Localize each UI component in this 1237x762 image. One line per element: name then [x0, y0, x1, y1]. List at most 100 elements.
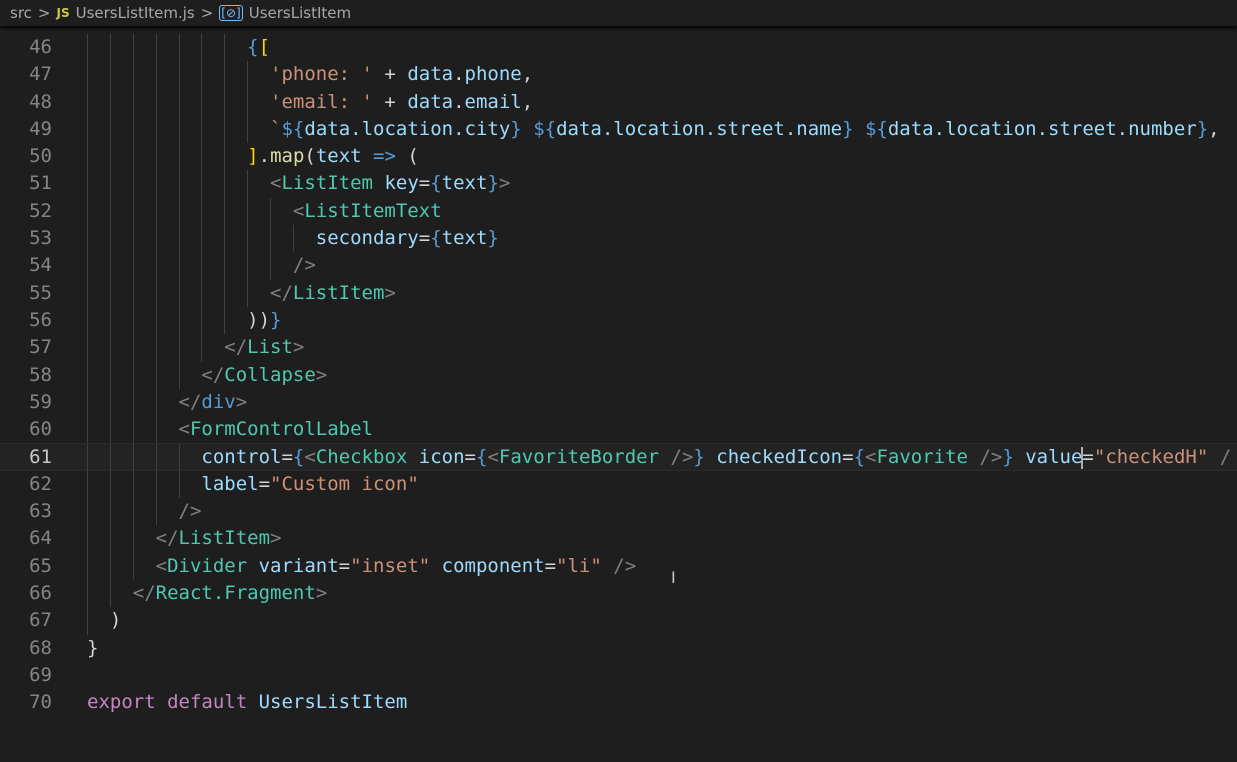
indent-guide: [132, 252, 134, 280]
code-token: <: [155, 554, 168, 577]
code-token: ,: [521, 63, 534, 86]
indent-guide: [87, 279, 88, 307]
code-line[interactable]: 51 <ListItem key={text}>: [0, 170, 1237, 198]
indent-guide: [224, 88, 226, 116]
code-line[interactable]: 49 `${data.location.city} ${data.location…: [0, 115, 1237, 144]
code-token: phone: [464, 63, 522, 86]
code-text: </ListItem>: [270, 280, 396, 307]
code-line[interactable]: 60 <FormControlLabel: [0, 416, 1237, 444]
code-text: <ListItemText: [293, 198, 442, 225]
line-number: 65: [29, 554, 52, 577]
indent-guide: [132, 470, 134, 499]
code-text: </ListItem>: [156, 525, 282, 552]
indent-guide: [87, 170, 88, 198]
code-line[interactable]: 52 <ListItemText: [0, 197, 1237, 226]
indent-guide: [132, 34, 134, 62]
symbol-variable-icon: [⊘]: [219, 5, 243, 21]
indent-guide: [155, 334, 157, 362]
chevron-right-icon: >: [37, 4, 51, 22]
indent-guide: [87, 498, 88, 526]
code-token: =: [544, 554, 557, 577]
code-line[interactable]: 56))}: [0, 306, 1237, 335]
code-line[interactable]: 50].map(text => (: [0, 143, 1237, 171]
code-line[interactable]: 47 'phone: ' + data.phone,: [0, 61, 1237, 89]
indent-guide: [87, 88, 88, 116]
line-number: 54: [29, 254, 52, 277]
indent-guide: [201, 225, 203, 253]
code-line[interactable]: 62 label="Custom icon": [0, 470, 1237, 499]
breadcrumb-folder[interactable]: src: [10, 4, 32, 22]
code-token: FavoriteBorder: [498, 446, 660, 469]
code-line[interactable]: 61 control={<Checkbox icon={<FavoriteBord…: [0, 443, 1237, 471]
breadcrumb-file[interactable]: UsersListItem.js: [76, 4, 195, 22]
code-token: key: [373, 172, 419, 195]
code-token: />: [659, 446, 694, 469]
code-line[interactable]: 70 export default UsersListItem: [0, 689, 1237, 716]
code-token: value: [1013, 446, 1083, 469]
indent-guide: [109, 552, 111, 580]
code-token: }: [87, 636, 99, 659]
code-line[interactable]: 58 </Collapse>: [0, 361, 1237, 389]
code-line[interactable]: 69: [0, 662, 1237, 689]
code-line[interactable]: 63 />: [0, 498, 1237, 526]
code-line[interactable]: 59 </div>: [0, 388, 1237, 417]
code-line[interactable]: 53 secondary={text}: [0, 225, 1237, 253]
code-token: ): [109, 609, 122, 632]
indent-guide: [109, 279, 111, 307]
code-line[interactable]: 57 </List>: [0, 334, 1237, 362]
code-line[interactable]: 66 </React.Fragment>: [0, 579, 1237, 608]
indent-guide: [178, 143, 180, 171]
indent-guide: [201, 34, 203, 62]
indent-guide: [155, 34, 157, 62]
code-editor[interactable]: 46{[47'phone: ' + data.phone, 48'email: '…: [0, 34, 1237, 716]
code-token: <: [865, 446, 877, 469]
indent-guide: [132, 170, 134, 198]
code-token: [: [258, 36, 271, 58]
indent-guide: [224, 306, 226, 335]
code-token: map: [270, 145, 305, 168]
code-token: .: [453, 90, 465, 113]
code-line[interactable]: 55 </ListItem>: [0, 279, 1237, 307]
code-line[interactable]: 64 </ListItem>: [0, 525, 1237, 553]
code-token: /: [1208, 446, 1232, 469]
indent-guide: [247, 252, 249, 280]
code-token: data: [407, 90, 454, 113]
indent-guide: [224, 143, 226, 171]
code-token: checkedIcon: [704, 446, 843, 469]
code-line[interactable]: 46 {[: [0, 34, 1237, 62]
code-token: }: [842, 117, 854, 140]
code-text: control={<Checkbox icon={<FavoriteBorder…: [201, 444, 1231, 471]
line-number: 56: [29, 308, 52, 331]
code-token: default: [155, 691, 248, 714]
indent-guide: [178, 306, 180, 335]
javascript-file-icon: JS: [56, 6, 70, 20]
indent-guide: [201, 197, 203, 226]
code-token: =>: [361, 145, 408, 168]
code-token: data.location.street.name: [556, 117, 843, 140]
indent-guide: [132, 525, 134, 553]
code-token: Favorite: [876, 446, 968, 469]
code-line[interactable]: 68}: [0, 635, 1237, 662]
code-line[interactable]: 54 />: [0, 252, 1237, 280]
line-number: 68: [29, 636, 52, 659]
code-token: text: [315, 145, 362, 168]
code-token: )): [247, 308, 271, 331]
indent-guide: [132, 498, 134, 526]
code-token: <: [487, 446, 499, 469]
code-text: export default UsersListItem: [87, 689, 407, 716]
code-line[interactable]: 67): [0, 607, 1237, 635]
breadcrumb-symbol[interactable]: UsersListItem: [249, 4, 351, 22]
indent-guide: [109, 197, 111, 226]
code-token: />: [292, 254, 316, 277]
code-line[interactable]: 48 'email: ' + data.email,: [0, 88, 1237, 116]
indent-guide: [247, 197, 249, 226]
indent-guide: [178, 361, 180, 389]
code-token: Checkbox: [315, 446, 408, 469]
code-token: =: [842, 446, 854, 469]
code-token: >: [235, 390, 248, 413]
code-line[interactable]: 65 <Divider variant="inset" component="li…: [0, 552, 1237, 580]
code-token: Divider: [167, 554, 248, 577]
line-number: 47: [29, 63, 52, 86]
code-text: {[: [247, 34, 270, 61]
